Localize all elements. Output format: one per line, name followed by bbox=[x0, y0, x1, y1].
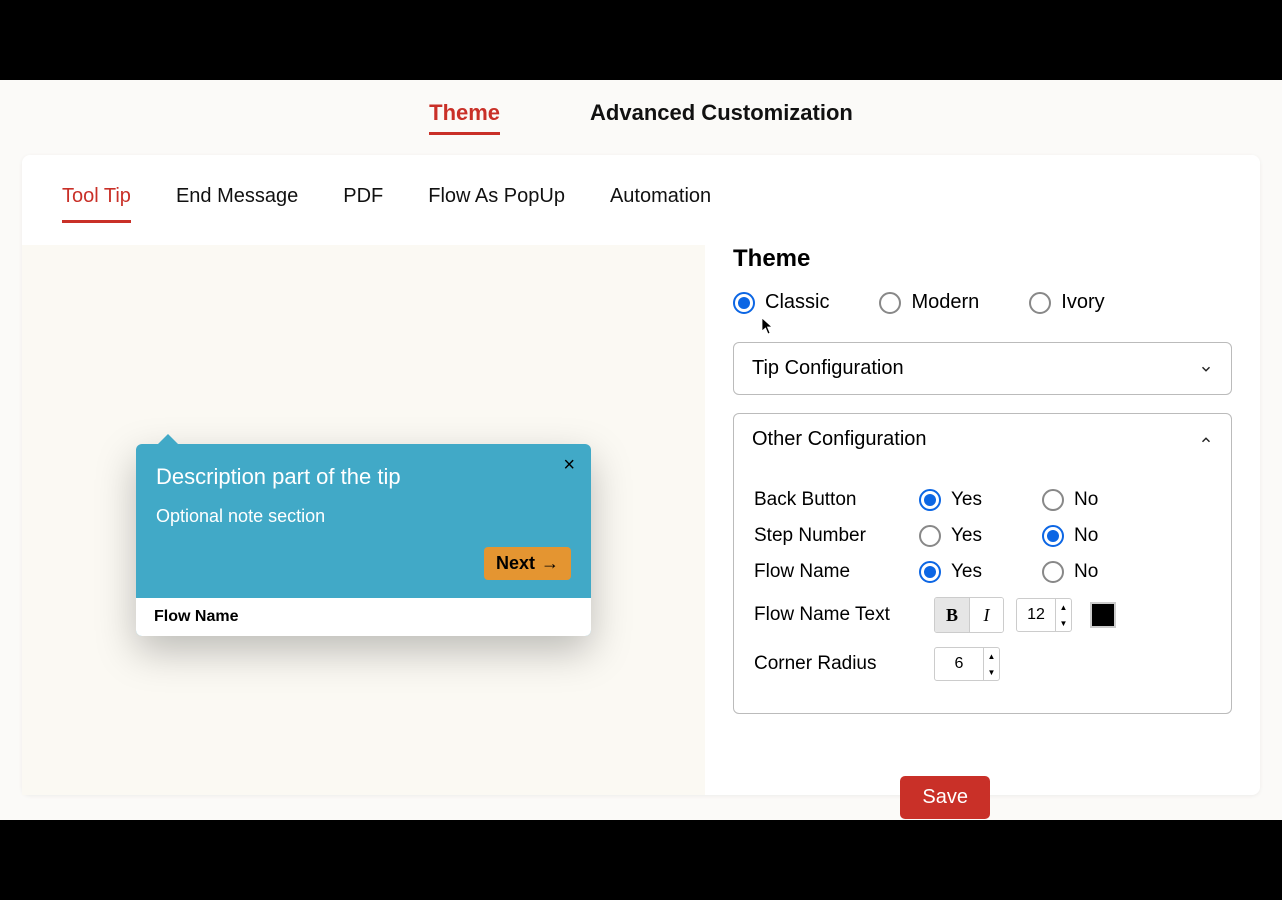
text-style-group: B I bbox=[934, 597, 1004, 633]
accordion-tip-configuration: Tip Configuration bbox=[733, 342, 1232, 395]
accordion-title: Tip Configuration bbox=[752, 357, 904, 380]
spinner-down-icon[interactable]: ▼ bbox=[984, 664, 999, 680]
row-flow-name-text: Flow Name Text B I 12 ▲ ▼ bbox=[754, 597, 1211, 633]
app-viewport: Theme Advanced Customization Tool Tip En… bbox=[0, 80, 1282, 820]
radio-label: Yes bbox=[951, 525, 982, 547]
label-step-number: Step Number bbox=[754, 525, 909, 547]
letterbox-bottom bbox=[0, 820, 1282, 900]
radio-label: No bbox=[1074, 561, 1098, 583]
close-icon[interactable]: × bbox=[563, 454, 575, 477]
tab-theme[interactable]: Theme bbox=[429, 100, 500, 135]
tooltip-flow-name: Flow Name bbox=[136, 598, 591, 636]
accordion-header-other-configuration[interactable]: Other Configuration bbox=[734, 414, 1231, 465]
tooltip-description: Description part of the tip bbox=[156, 464, 571, 490]
theme-section-title: Theme bbox=[733, 245, 1232, 273]
radio-modern[interactable]: Modern bbox=[879, 291, 979, 314]
subtab-end-message[interactable]: End Message bbox=[176, 185, 298, 223]
corner-radius-value: 6 bbox=[935, 648, 983, 680]
chevron-up-icon bbox=[1199, 433, 1213, 447]
letterbox-top bbox=[0, 0, 1282, 80]
row-step-number: Step Number Yes No bbox=[754, 525, 1211, 547]
spinner-up-icon[interactable]: ▲ bbox=[1056, 599, 1071, 615]
radio-label: No bbox=[1074, 489, 1098, 511]
accordion-header-tip-configuration[interactable]: Tip Configuration bbox=[734, 343, 1231, 394]
radio-back-button-yes[interactable]: Yes bbox=[919, 489, 982, 511]
accordion-title: Other Configuration bbox=[752, 428, 927, 451]
next-button[interactable]: Next → bbox=[484, 547, 571, 580]
radio-flow-name-yes[interactable]: Yes bbox=[919, 561, 982, 583]
radio-label: Yes bbox=[951, 561, 982, 583]
subtab-flow-as-popup[interactable]: Flow As PopUp bbox=[428, 185, 565, 223]
radio-icon bbox=[919, 561, 941, 583]
radio-step-number-no[interactable]: No bbox=[1042, 525, 1098, 547]
radio-label: Ivory bbox=[1061, 291, 1104, 314]
label-flow-name-text: Flow Name Text bbox=[754, 604, 924, 626]
radio-label: Modern bbox=[911, 291, 979, 314]
label-corner-radius: Corner Radius bbox=[754, 653, 924, 675]
radio-label: No bbox=[1074, 525, 1098, 547]
radio-icon bbox=[1042, 525, 1064, 547]
main-tabs: Theme Advanced Customization bbox=[0, 80, 1282, 145]
arrow-right-icon: → bbox=[541, 553, 559, 574]
bold-button[interactable]: B bbox=[935, 598, 969, 632]
accordion-other-configuration: Other Configuration Back Button Yes bbox=[733, 413, 1232, 714]
radio-icon bbox=[1042, 489, 1064, 511]
row-back-button: Back Button Yes No bbox=[754, 489, 1211, 511]
chevron-down-icon bbox=[1199, 362, 1213, 376]
label-back-button: Back Button bbox=[754, 489, 909, 511]
row-corner-radius: Corner Radius 6 ▲ ▼ bbox=[754, 647, 1211, 681]
font-size-value: 12 bbox=[1017, 599, 1055, 631]
tab-advanced-customization[interactable]: Advanced Customization bbox=[590, 100, 853, 135]
row-flow-name: Flow Name Yes No bbox=[754, 561, 1211, 583]
radio-icon bbox=[733, 292, 755, 314]
tooltip-preview: × Description part of the tip Optional n… bbox=[136, 444, 591, 636]
save-button[interactable]: Save bbox=[900, 776, 990, 819]
spinner-up-icon[interactable]: ▲ bbox=[984, 648, 999, 664]
font-size-spinner[interactable]: 12 ▲ ▼ bbox=[1016, 598, 1072, 632]
content-card: Tool Tip End Message PDF Flow As PopUp A… bbox=[22, 155, 1260, 795]
theme-radio-group: Classic Modern Ivory bbox=[733, 291, 1232, 314]
label-flow-name: Flow Name bbox=[754, 561, 909, 583]
sub-tabs: Tool Tip End Message PDF Flow As PopUp A… bbox=[62, 185, 711, 223]
radio-icon bbox=[879, 292, 901, 314]
preview-panel: × Description part of the tip Optional n… bbox=[22, 245, 705, 795]
radio-back-button-no[interactable]: No bbox=[1042, 489, 1098, 511]
radio-label: Yes bbox=[951, 489, 982, 511]
radio-classic[interactable]: Classic bbox=[733, 291, 829, 314]
italic-button[interactable]: I bbox=[969, 598, 1003, 632]
spinner-down-icon[interactable]: ▼ bbox=[1056, 615, 1071, 631]
radio-ivory[interactable]: Ivory bbox=[1029, 291, 1104, 314]
radio-flow-name-no[interactable]: No bbox=[1042, 561, 1098, 583]
radio-icon bbox=[919, 525, 941, 547]
accordion-body-other-configuration: Back Button Yes No bbox=[734, 465, 1231, 713]
subtab-tool-tip[interactable]: Tool Tip bbox=[62, 185, 131, 223]
radio-icon bbox=[1042, 561, 1064, 583]
tooltip-note: Optional note section bbox=[156, 506, 571, 527]
radio-icon bbox=[1029, 292, 1051, 314]
radio-step-number-yes[interactable]: Yes bbox=[919, 525, 982, 547]
color-swatch[interactable] bbox=[1090, 602, 1116, 628]
subtab-automation[interactable]: Automation bbox=[610, 185, 711, 223]
config-panel: Theme Classic Modern Ivory bbox=[705, 225, 1260, 795]
radio-icon bbox=[919, 489, 941, 511]
subtab-pdf[interactable]: PDF bbox=[343, 185, 383, 223]
corner-radius-spinner[interactable]: 6 ▲ ▼ bbox=[934, 647, 1000, 681]
cursor-icon bbox=[761, 317, 775, 340]
next-button-label: Next bbox=[496, 553, 535, 574]
radio-label: Classic bbox=[765, 291, 829, 314]
